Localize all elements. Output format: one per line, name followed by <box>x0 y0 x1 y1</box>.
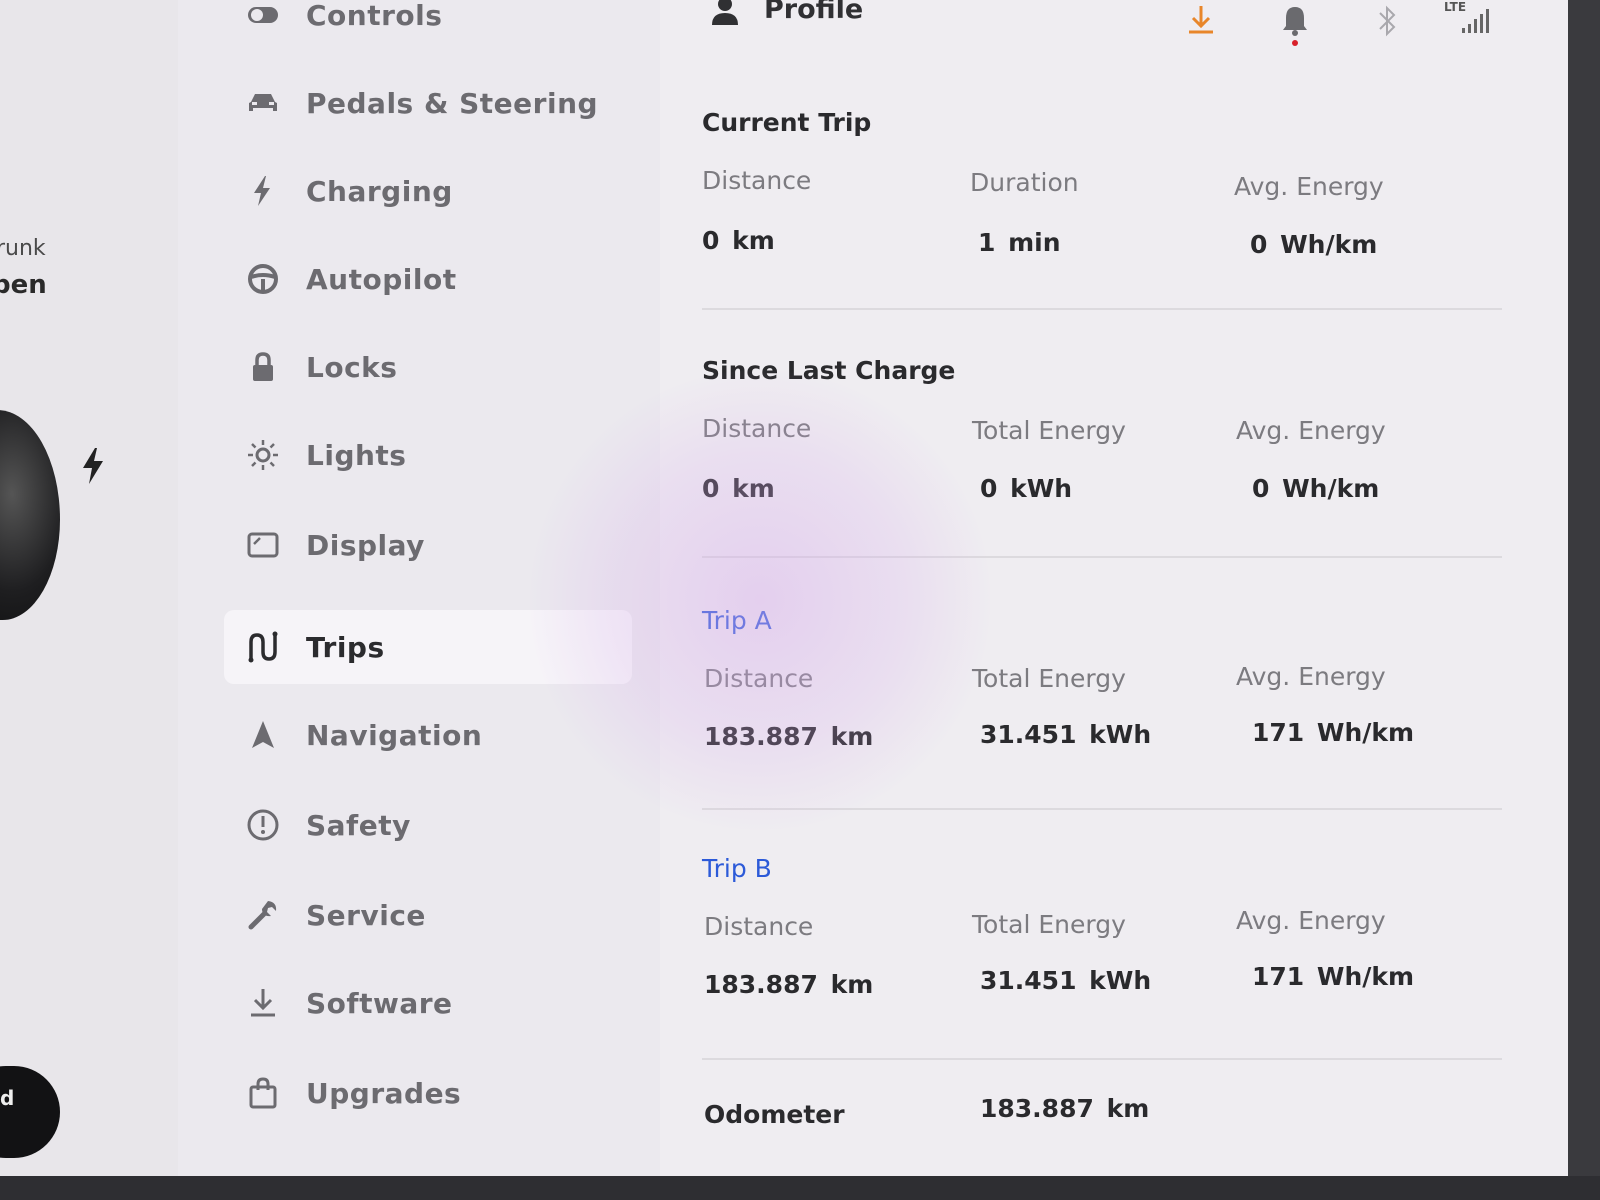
current-trip-duration-value: 1 min <box>978 228 1061 257</box>
menu-item-locks[interactable]: Locks <box>224 330 632 404</box>
profile-label: Profile <box>764 0 864 25</box>
trip-b-avg-energy-label: Avg. Energy <box>1236 906 1386 935</box>
trunk-label: runk <box>0 236 46 261</box>
toggle-icon <box>246 0 280 32</box>
trip-b-distance-label: Distance <box>704 912 814 941</box>
car-panel-button-label: d <box>0 1086 15 1110</box>
trip-b-total-energy-value: 31.451 kWh <box>980 966 1152 995</box>
screen: runk pen d Controls Pedals & Steering Ch <box>0 0 1568 1176</box>
screen-bezel-bottom <box>0 1176 1600 1200</box>
menu-item-charging[interactable]: Charging <box>224 154 632 228</box>
odometer-label: Odometer <box>704 1100 845 1129</box>
trip-a-avg-energy-value: 171 Wh/km <box>1252 718 1415 747</box>
download-status-icon[interactable] <box>1186 4 1216 38</box>
current-trip-avg-energy-value: 0 Wh/km <box>1250 230 1378 259</box>
navigation-arrow-icon <box>246 718 280 752</box>
trip-b-total-energy-label: Total Energy <box>972 910 1126 939</box>
trip-b-distance-value: 183.887 km <box>704 970 874 999</box>
menu-item-lights[interactable]: Lights <box>224 418 632 492</box>
bluetooth-icon[interactable] <box>1372 4 1402 38</box>
section-divider <box>702 308 1502 310</box>
since-last-charge-distance-value: 0 km <box>702 474 775 503</box>
since-last-charge-total-energy-value: 0 kWh <box>980 474 1073 503</box>
menu-item-trips[interactable]: Trips <box>224 610 632 684</box>
section-divider <box>702 556 1502 558</box>
current-trip-duration-label: Duration <box>970 168 1079 197</box>
screen-bezel-right <box>1568 0 1600 1200</box>
since-last-charge-distance-label: Distance <box>702 414 812 443</box>
menu-item-label: Software <box>306 986 453 1020</box>
trip-a-avg-energy-label: Avg. Energy <box>1236 662 1386 691</box>
car-panel: runk pen d <box>0 0 178 1176</box>
car-icon <box>246 86 280 120</box>
section-divider <box>702 1058 1502 1060</box>
menu-item-label: Autopilot <box>306 262 457 296</box>
car-panel-button[interactable] <box>0 1066 60 1158</box>
current-trip-distance-label: Distance <box>702 166 812 195</box>
trip-a-total-energy-label: Total Energy <box>972 664 1126 693</box>
current-trip-distance-value: 0 km <box>702 226 775 255</box>
trunk-status-button[interactable]: pen <box>0 270 47 300</box>
profile-button[interactable]: Profile <box>710 0 863 25</box>
menu-item-label: Charging <box>306 174 453 208</box>
since-last-charge-avg-energy-label: Avg. Energy <box>1236 416 1386 445</box>
menu-item-service[interactable]: Service <box>224 878 632 952</box>
sun-icon <box>246 438 280 472</box>
charge-port-bolt-icon[interactable] <box>80 448 106 484</box>
trip-b-title: Trip B <box>702 854 772 883</box>
menu-item-controls[interactable]: Controls <box>224 0 632 52</box>
steering-wheel-icon <box>246 262 280 296</box>
menu-item-navigation[interactable]: Navigation <box>224 698 632 772</box>
menu-item-upgrades[interactable]: Upgrades <box>224 1056 632 1130</box>
car-image <box>0 410 60 620</box>
bell-icon[interactable] <box>1280 4 1310 46</box>
trip-b-avg-energy-value: 171 Wh/km <box>1252 962 1415 991</box>
trip-a-distance-value: 183.887 km <box>704 722 874 751</box>
shopping-bag-icon <box>246 1076 280 1110</box>
download-icon <box>246 986 280 1020</box>
odometer-value: 183.887 km <box>980 1094 1150 1123</box>
menu-item-label: Controls <box>306 0 443 32</box>
menu-item-label: Lights <box>306 438 407 472</box>
menu-item-label: Trips <box>306 630 385 664</box>
trip-a-title: Trip A <box>702 606 772 635</box>
menu-item-safety[interactable]: Safety <box>224 788 632 862</box>
menu-item-pedals-steering[interactable]: Pedals & Steering <box>224 66 632 140</box>
menu-item-display[interactable]: Display <box>224 508 632 582</box>
since-last-charge-total-energy-label: Total Energy <box>972 416 1126 445</box>
menu-item-software[interactable]: Software <box>224 966 632 1040</box>
trips-icon <box>246 630 280 664</box>
section-divider <box>702 808 1502 810</box>
menu-item-label: Display <box>306 528 425 562</box>
current-trip-avg-energy-label: Avg. Energy <box>1234 172 1384 201</box>
bolt-icon <box>246 174 280 208</box>
person-icon <box>712 0 738 25</box>
current-trip-title: Current Trip <box>702 108 872 137</box>
settings-menu: Controls Pedals & Steering Charging Auto… <box>178 0 660 1176</box>
menu-item-label: Service <box>306 898 426 932</box>
lock-icon <box>246 350 280 384</box>
menu-item-autopilot[interactable]: Autopilot <box>224 242 632 316</box>
trips-content: Profile LTE Current Trip Distance Durati… <box>660 0 1568 1176</box>
menu-item-label: Upgrades <box>306 1076 462 1110</box>
trip-a-total-energy-value: 31.451 kWh <box>980 720 1152 749</box>
since-last-charge-title: Since Last Charge <box>702 356 956 385</box>
menu-item-label: Navigation <box>306 718 483 752</box>
menu-item-label: Locks <box>306 350 398 384</box>
trip-a-distance-label: Distance <box>704 664 814 693</box>
menu-item-label: Safety <box>306 808 411 842</box>
display-icon <box>246 528 280 562</box>
since-last-charge-avg-energy-value: 0 Wh/km <box>1252 474 1380 503</box>
signal-strength-icon <box>1462 9 1489 33</box>
wrench-icon <box>246 898 280 932</box>
menu-item-label: Pedals & Steering <box>306 86 599 120</box>
alert-circle-icon <box>246 808 280 842</box>
